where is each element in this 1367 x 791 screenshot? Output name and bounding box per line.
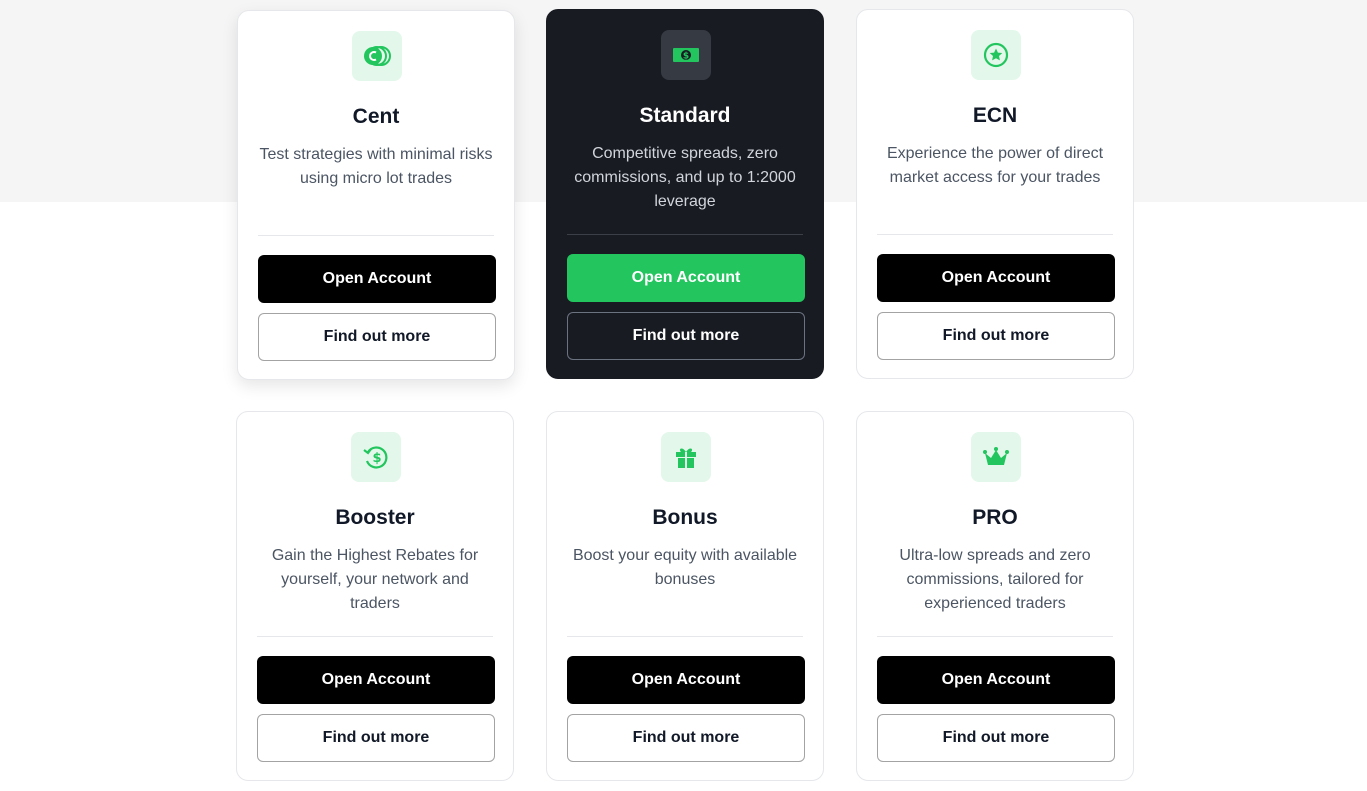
card-title: Standard bbox=[639, 104, 731, 127]
open-account-button[interactable]: Open Account bbox=[877, 656, 1115, 704]
card-divider bbox=[258, 235, 494, 236]
coins-icon bbox=[352, 31, 402, 81]
find-out-more-button[interactable]: Find out more bbox=[567, 714, 805, 762]
card-description: Boost your equity with available bonuses bbox=[572, 547, 798, 588]
card-title: Cent bbox=[352, 105, 400, 128]
gift-icon bbox=[661, 432, 711, 482]
card-divider bbox=[877, 234, 1113, 235]
card-title: Booster bbox=[335, 506, 415, 529]
open-account-button[interactable]: Open Account bbox=[567, 254, 805, 302]
card-divider bbox=[877, 636, 1113, 637]
star-badge-icon bbox=[971, 30, 1021, 80]
card-description: Test strategies with minimal risks using… bbox=[259, 146, 493, 187]
find-out-more-button[interactable]: Find out more bbox=[258, 313, 496, 361]
account-card-standard: $ Standard Competitive spreads, zero com… bbox=[546, 9, 824, 379]
crown-icon bbox=[971, 432, 1021, 482]
find-out-more-button[interactable]: Find out more bbox=[567, 312, 805, 360]
card-description: Experience the power of direct market ac… bbox=[886, 145, 1104, 186]
open-account-button[interactable]: Open Account bbox=[258, 255, 496, 303]
account-card-cent: Cent Test strategies with minimal risks … bbox=[237, 10, 515, 380]
card-divider bbox=[257, 636, 493, 637]
open-account-button[interactable]: Open Account bbox=[567, 656, 805, 704]
find-out-more-button[interactable]: Find out more bbox=[877, 714, 1115, 762]
account-card-bonus: Bonus Boost your equity with available b… bbox=[546, 411, 824, 781]
find-out-more-button[interactable]: Find out more bbox=[257, 714, 495, 762]
card-divider bbox=[567, 636, 803, 637]
card-description: Competitive spreads, zero commissions, a… bbox=[574, 145, 796, 210]
banknote-icon: $ bbox=[661, 30, 711, 80]
card-title: PRO bbox=[972, 506, 1018, 529]
svg-text:$: $ bbox=[683, 52, 689, 62]
card-divider bbox=[567, 234, 803, 235]
card-title: Bonus bbox=[652, 506, 718, 529]
find-out-more-button[interactable]: Find out more bbox=[877, 312, 1115, 360]
open-account-button[interactable]: Open Account bbox=[257, 656, 495, 704]
account-card-booster: $ Booster Gain the Highest Rebates for y… bbox=[236, 411, 514, 781]
svg-text:$: $ bbox=[372, 451, 381, 466]
card-description: Ultra-low spreads and zero commissions, … bbox=[899, 547, 1091, 612]
account-card-pro: PRO Ultra-low spreads and zero commissio… bbox=[856, 411, 1134, 781]
account-card-ecn: ECN Experience the power of direct marke… bbox=[856, 9, 1134, 379]
card-description: Gain the Highest Rebates for yourself, y… bbox=[271, 547, 479, 612]
card-title: ECN bbox=[972, 104, 1018, 127]
rebate-dollar-icon: $ bbox=[351, 432, 401, 482]
open-account-button[interactable]: Open Account bbox=[877, 254, 1115, 302]
